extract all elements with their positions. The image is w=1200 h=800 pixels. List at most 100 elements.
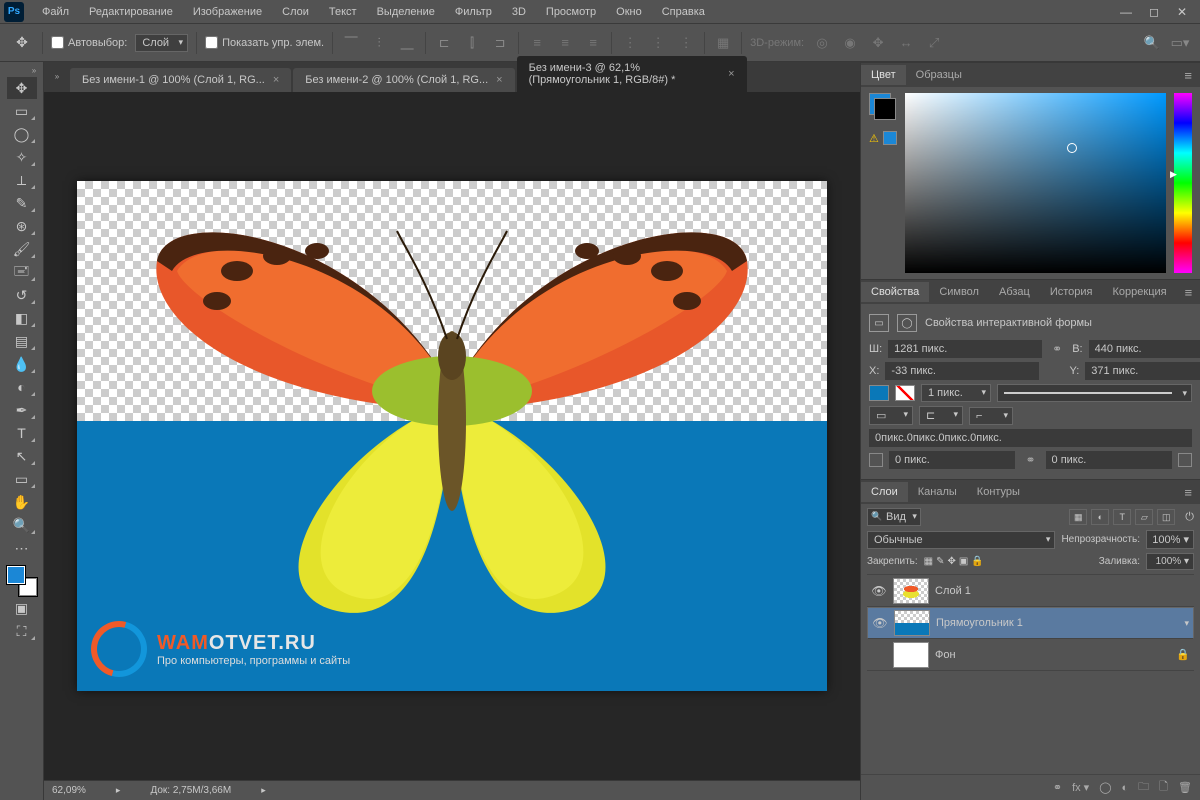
workspace-switcher-icon[interactable]: ▭▾ [1170, 33, 1190, 53]
clone-stamp-tool[interactable]: 🖃 [7, 261, 37, 283]
window-close-icon[interactable]: ✕ [1168, 5, 1196, 19]
tab-paths[interactable]: Контуры [967, 482, 1030, 502]
tab-channels[interactable]: Каналы [908, 482, 967, 502]
bg-swatch[interactable] [874, 98, 896, 120]
zoom-tool[interactable]: 🔍 [7, 514, 37, 536]
lock-artboard-icon[interactable]: ▣ [959, 556, 968, 567]
tab-close-icon[interactable]: × [273, 74, 279, 86]
opacity-input[interactable]: 100% ▾ [1146, 530, 1194, 549]
corners-combined-input[interactable] [869, 429, 1192, 447]
visibility-icon[interactable]: 👁 [872, 616, 888, 630]
blend-mode-select[interactable]: Обычные [867, 531, 1055, 549]
align-right-icon[interactable]: ⊐ [490, 33, 510, 53]
crop-tool[interactable]: ⟂ [7, 169, 37, 191]
window-restore-icon[interactable]: ◻ [1140, 5, 1168, 19]
stroke-caps-select[interactable]: ⊏ [919, 406, 963, 425]
move-tool-icon[interactable]: ✥ [10, 31, 34, 55]
layer-thumbnail[interactable] [893, 642, 929, 668]
auto-align-icon[interactable]: ▦ [713, 33, 733, 53]
type-tool[interactable]: T [7, 422, 37, 444]
tab-character[interactable]: Символ [929, 282, 989, 302]
width-input[interactable] [888, 340, 1042, 358]
filter-toggle-icon[interactable]: ⏻ [1185, 511, 1194, 524]
link-corners-icon[interactable]: ⚭ [1021, 453, 1039, 467]
align-left-icon[interactable]: ⊏ [434, 33, 454, 53]
x-input[interactable] [885, 362, 1039, 380]
window-minimize-icon[interactable]: — [1112, 5, 1140, 19]
layer-row[interactable]: Фон 🔒 [867, 639, 1194, 671]
menu-help[interactable]: Справка [652, 3, 715, 21]
align-bottom-icon[interactable]: ⎽ [397, 33, 417, 53]
tab-color[interactable]: Цвет [861, 65, 906, 85]
tab-close-icon[interactable]: × [728, 68, 734, 80]
menu-image[interactable]: Изображение [183, 3, 272, 21]
layer-thumbnail[interactable] [894, 610, 930, 636]
menu-filter[interactable]: Фильтр [445, 3, 502, 21]
distribute-bottom-icon[interactable]: ≡ [583, 33, 603, 53]
rectangle-shape-tool[interactable]: ▭ [7, 468, 37, 490]
distribute-right-icon[interactable]: ⋮ [676, 33, 696, 53]
history-brush-tool[interactable]: ↺ [7, 284, 37, 306]
menu-view[interactable]: Просмотр [536, 3, 606, 21]
distribute-vcenter-icon[interactable]: ≡ [555, 33, 575, 53]
brush-tool[interactable]: 🖌 [7, 238, 37, 260]
distribute-left-icon[interactable]: ⋮ [620, 33, 640, 53]
link-wh-icon[interactable]: ⚭ [1048, 342, 1066, 356]
canvas[interactable]: WAMOTVET.RU Про компьютеры, программы и … [77, 181, 827, 691]
mask-icon[interactable]: ◯ [1099, 781, 1111, 794]
magic-wand-tool[interactable]: ✧ [7, 146, 37, 168]
layer-filter-kind-select[interactable]: Вид [867, 508, 921, 526]
document-tab-1[interactable]: Без имени-1 @ 100% (Слой 1, RG...× [70, 68, 291, 92]
filter-type-icon[interactable]: T [1113, 509, 1131, 525]
stroke-corners-select[interactable]: ⌐ [969, 407, 1013, 425]
corner-tl-input[interactable] [889, 451, 1015, 469]
marquee-tool[interactable]: ▭ [7, 100, 37, 122]
edit-toolbar-icon[interactable]: ⋯ [7, 537, 37, 559]
move-tool[interactable]: ✥ [7, 77, 37, 99]
document-tab-2[interactable]: Без имени-2 @ 100% (Слой 1, RG...× [293, 68, 514, 92]
menu-file[interactable]: Файл [32, 3, 79, 21]
layer-row[interactable]: 👁 Прямоугольник 1 [867, 607, 1194, 639]
align-vcenter-icon[interactable]: ⫶ [369, 33, 389, 53]
quick-mask-icon[interactable]: ▣ [7, 597, 37, 619]
tab-history[interactable]: История [1040, 282, 1103, 302]
distribute-top-icon[interactable]: ≡ [527, 33, 547, 53]
stroke-color-swatch[interactable] [895, 385, 915, 401]
doc-size[interactable]: Док: 2,75M/3,66M [150, 785, 231, 796]
new-layer-icon[interactable]: 🗋 [1159, 778, 1168, 797]
toolbar-collapse-icon[interactable]: » [27, 66, 41, 76]
fill-input[interactable]: 100% ▾ [1146, 553, 1194, 570]
lock-pixels-icon[interactable]: ▦ [924, 556, 933, 567]
layer-row[interactable]: 👁 Слой 1 [867, 575, 1194, 607]
tab-adjustments[interactable]: Коррекция [1103, 282, 1177, 302]
eraser-tool[interactable]: ◧ [7, 307, 37, 329]
hue-slider[interactable]: ▶ [1174, 93, 1192, 273]
delete-icon[interactable]: 🗑 [1178, 781, 1192, 794]
menu-window[interactable]: Окно [606, 3, 652, 21]
tabs-collapse-icon[interactable]: » [50, 72, 64, 82]
stroke-align-select[interactable]: ▭ [869, 406, 913, 425]
lock-position-icon[interactable]: ✎ [936, 556, 944, 567]
lock-all-icon[interactable]: 🔒 [971, 556, 983, 567]
foreground-color-swatch[interactable] [7, 566, 25, 584]
color-swatches[interactable] [7, 566, 37, 596]
mask-properties-icon[interactable]: ◯ [897, 314, 917, 332]
gradient-tool[interactable]: ▤ [7, 330, 37, 352]
stroke-width-select[interactable]: 1 пикс. [921, 384, 991, 402]
hand-tool[interactable]: ✋ [7, 491, 37, 513]
layer-name[interactable]: Слой 1 [935, 585, 1190, 597]
height-input[interactable] [1089, 340, 1200, 358]
lock-move-icon[interactable]: ✥ [948, 556, 956, 567]
show-controls-checkbox[interactable]: Показать упр. элем. [205, 36, 324, 49]
blur-tool[interactable]: 💧 [7, 353, 37, 375]
panel-menu-icon[interactable]: ≡ [1176, 485, 1200, 500]
menu-layers[interactable]: Слои [272, 3, 319, 21]
y-input[interactable] [1085, 362, 1200, 380]
filter-adjust-icon[interactable]: ◐ [1091, 509, 1109, 525]
pen-tool[interactable]: ✒ [7, 399, 37, 421]
panel-menu-icon[interactable]: ≡ [1176, 68, 1200, 83]
menu-text[interactable]: Текст [319, 3, 367, 21]
tab-paragraph[interactable]: Абзац [989, 282, 1040, 302]
align-hcenter-icon[interactable]: ⫿ [462, 33, 482, 53]
corner-tr-icon[interactable] [1178, 453, 1192, 467]
